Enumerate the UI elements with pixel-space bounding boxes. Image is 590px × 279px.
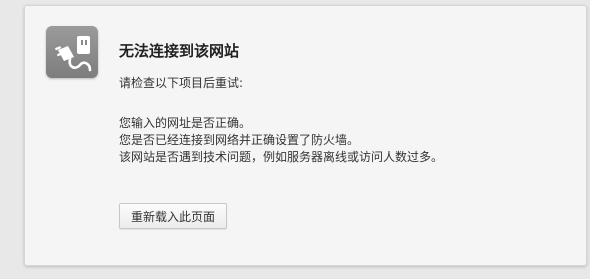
error-reasons-list: 您输入的网址是否正确。 您是否已经连接到网络并正确设置了防火墙。 该网站是否遇到… (119, 115, 443, 166)
error-card: 无法连接到该网站 请检查以下项目后重试: 您输入的网址是否正确。 您是否已经连接… (24, 5, 587, 266)
error-title: 无法连接到该网站 (119, 42, 240, 60)
reason-item: 该网站是否遇到技术问题，例如服务器离线或访问人数过多。 (119, 150, 444, 164)
reason-item: 您输入的网址是否正确。 (119, 116, 252, 130)
error-hint: 请检查以下项目后重试: (119, 76, 244, 90)
reason-item: 您是否已经连接到网络并正确设置了防火墙。 (119, 133, 360, 147)
reload-button[interactable]: 重新载入此页面 (119, 203, 228, 229)
unplugged-cable-icon (46, 26, 98, 78)
